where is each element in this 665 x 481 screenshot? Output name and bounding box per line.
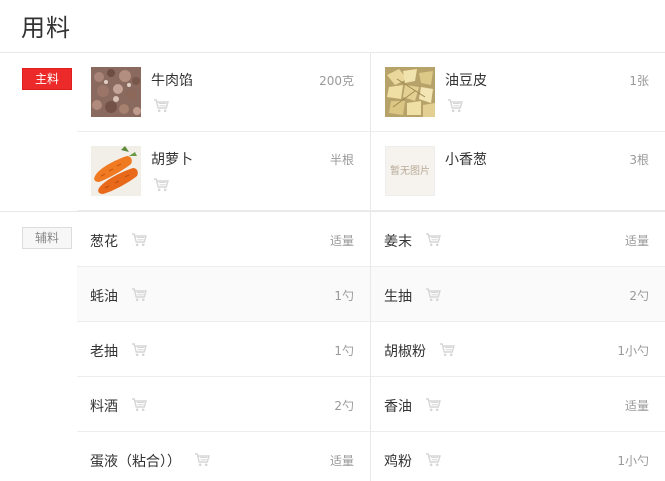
shopping-cart-icon[interactable] — [425, 232, 441, 247]
ingredient-item[interactable]: 料酒 2勺 — [77, 377, 371, 432]
shopping-cart-icon[interactable] — [131, 232, 147, 247]
ingredient-name[interactable]: 鸡粉 — [384, 451, 412, 471]
ingredient-item[interactable]: 香油 适量 — [371, 377, 665, 432]
ingredient-quantity: 3根 — [629, 153, 649, 167]
ingredient-name[interactable]: 胡椒粉 — [384, 341, 426, 361]
ingredient-thumbnail[interactable] — [385, 67, 435, 117]
ingredient-name[interactable]: 生抽 — [384, 286, 412, 306]
shopping-cart-icon[interactable] — [194, 452, 210, 467]
ingredient-quantity: 1小勺 — [617, 344, 649, 358]
aux-ingredients-section: 葱花 适量 姜末 适量 蚝油 1勺 生抽 2勺 老抽 1勺 胡椒粉 1小勺 料酒 2勺 香油 适量 蛋液（粘合）… — [77, 212, 665, 481]
ingredient-item[interactable]: 暂无图片 小香葱 3根 — [371, 132, 665, 211]
ingredient-item[interactable]: 生抽 2勺 — [371, 267, 665, 322]
ingredient-item[interactable]: 牛肉馅 200克 — [77, 53, 371, 132]
shopping-cart-icon[interactable] — [425, 452, 441, 467]
shopping-cart-icon[interactable] — [131, 342, 147, 357]
ingredient-quantity: 1张 — [629, 74, 649, 88]
shopping-cart-icon[interactable] — [439, 342, 455, 357]
shopping-cart-icon[interactable] — [153, 177, 169, 192]
ingredient-name[interactable]: 老抽 — [90, 341, 118, 361]
ingredient-item[interactable]: 鸡粉 1小勺 — [371, 432, 665, 481]
shopping-cart-icon[interactable] — [447, 98, 463, 113]
ingredient-name[interactable]: 蚝油 — [90, 286, 118, 306]
ingredient-item[interactable]: 油豆皮 1张 — [371, 53, 665, 132]
ingredient-quantity: 2勺 — [334, 399, 354, 413]
shopping-cart-icon[interactable] — [131, 397, 147, 412]
shopping-cart-icon[interactable] — [153, 98, 169, 113]
ingredient-item[interactable]: 老抽 1勺 — [77, 322, 371, 377]
ingredient-quantity: 适量 — [624, 399, 649, 413]
ingredient-name[interactable]: 葱花 — [90, 231, 118, 251]
aux-ingredients-badge: 辅料 — [22, 227, 72, 249]
shopping-cart-icon[interactable] — [425, 287, 441, 302]
ingredient-thumbnail[interactable] — [91, 146, 141, 196]
shopping-cart-icon[interactable] — [425, 397, 441, 412]
ingredient-quantity: 适量 — [329, 234, 354, 248]
ingredient-quantity: 1勺 — [334, 289, 354, 303]
ingredient-quantity: 1勺 — [334, 344, 354, 358]
ingredient-name[interactable]: 胡萝卜 — [151, 149, 193, 169]
ingredient-thumbnail[interactable] — [91, 67, 141, 117]
main-ingredients-badge: 主料 — [22, 68, 72, 90]
shopping-cart-icon[interactable] — [131, 287, 147, 302]
ingredient-name[interactable]: 油豆皮 — [445, 70, 487, 90]
ingredient-quantity: 200克 — [319, 74, 354, 88]
ingredient-quantity: 2勺 — [629, 289, 649, 303]
ingredient-quantity: 1小勺 — [617, 454, 649, 468]
main-ingredients-section: 牛肉馅 200克 油豆皮 1张 胡萝卜 半根 暂无图片 小香葱 3根 — [77, 53, 665, 211]
no-image-placeholder: 暂无图片 — [385, 146, 435, 196]
ingredient-item[interactable]: 蛋液（粘合）） 适量 — [77, 432, 371, 481]
ingredient-quantity: 适量 — [624, 234, 649, 248]
page-title: 用料 — [21, 14, 71, 42]
ingredient-name[interactable]: 料酒 — [90, 396, 118, 416]
ingredient-name[interactable]: 小香葱 — [445, 149, 487, 169]
ingredient-item[interactable]: 姜末 适量 — [371, 212, 665, 267]
ingredient-name[interactable]: 香油 — [384, 396, 412, 416]
ingredient-item[interactable]: 胡萝卜 半根 — [77, 132, 371, 211]
ingredient-quantity: 半根 — [329, 153, 354, 167]
ingredient-quantity: 适量 — [329, 454, 354, 468]
ingredient-name[interactable]: 牛肉馅 — [151, 70, 193, 90]
ingredient-item[interactable]: 葱花 适量 — [77, 212, 371, 267]
ingredient-item[interactable]: 胡椒粉 1小勺 — [371, 322, 665, 377]
ingredient-name[interactable]: 蛋液（粘合）） — [90, 451, 181, 471]
ingredient-item[interactable]: 蚝油 1勺 — [77, 267, 371, 322]
ingredient-name[interactable]: 姜末 — [384, 231, 412, 251]
